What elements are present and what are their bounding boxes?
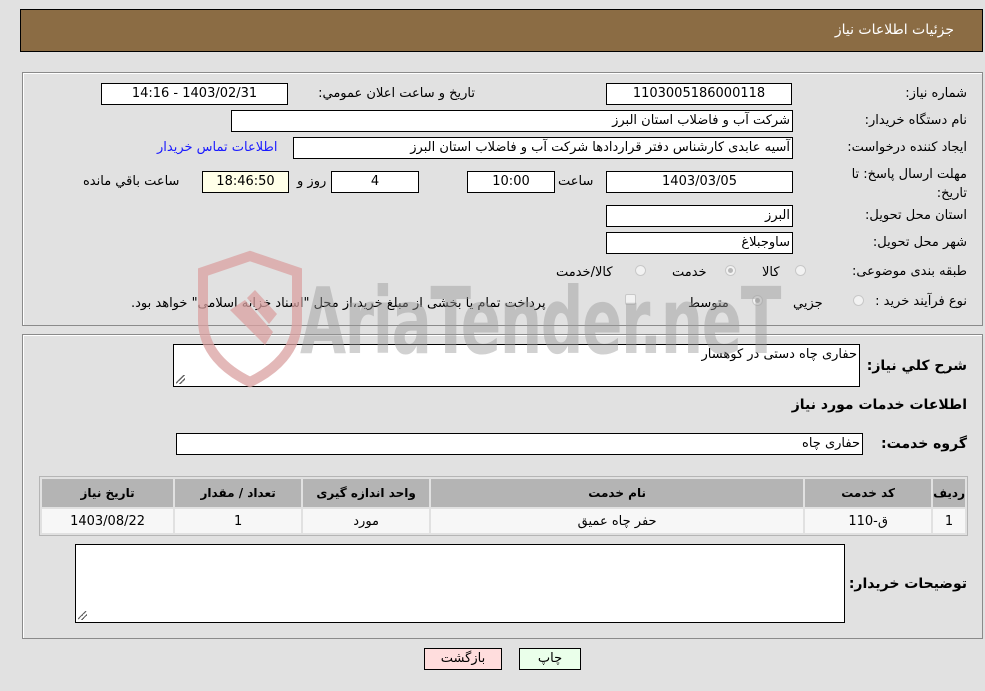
days-field: 4 [331,171,419,193]
category-option-goods-service: کالا/خدمت [556,265,613,280]
cell-service-code: ق-110 [805,509,932,533]
creator-label: ايجاد کننده درخواست: [847,140,967,155]
service-group-field: حفاری چاه [176,433,863,455]
process-option-minor: جزيي [793,296,823,311]
buyer-notes-textarea[interactable] [75,544,845,623]
col-row-number: رديف [933,479,965,507]
services-table: رديف کد خدمت نام خدمت واحد اندازه گيری ت… [39,476,968,536]
treasury-checkbox[interactable] [625,294,636,305]
cell-quantity: 1 [175,509,302,533]
deadline-label: مهلت ارسال پاسخ: تا تاريخ: [851,167,967,201]
province-label: استان محل تحويل: [865,208,967,223]
treasury-note: پرداخت تمام یا بخشی از مبلغ خرید،از محل … [131,296,546,311]
announce-label: تاريخ و ساعت اعلان عمومي: [318,86,475,101]
cell-service-name: حفر چاه عمیق [431,509,804,533]
description-label: شرح کلي نياز: [866,358,967,374]
buyer-org-field: شرکت آب و فاضلاب استان البرز [231,110,793,132]
announce-field: 1403/02/31 - 14:16 [101,83,288,105]
cell-need-date: 1403/08/22 [42,509,174,533]
page-title: جزئیات اطلاعات نیاز [834,22,954,38]
buyer-contact-link[interactable]: اطلاعات تماس خريدار [157,140,277,155]
description-text: حفاری چاه دستی در کوهسار [701,347,857,362]
cell-unit: مورد [303,509,430,533]
print-button[interactable]: چاپ [519,648,581,670]
buyer-org-label: نام دستگاه خريدار: [864,113,967,128]
services-section-title: اطلاعات خدمات مورد نياز [791,397,967,413]
category-radio-goods-service[interactable] [635,265,646,276]
services-table-wrap: رديف کد خدمت نام خدمت واحد اندازه گيری ت… [39,476,968,536]
remaining-label: ساعت باقي مانده [83,174,180,189]
deadline-time-field: 10:00 [467,171,555,193]
col-service-code: کد خدمت [805,479,932,507]
process-label: نوع فرآيند خريد : [875,294,967,309]
buyer-notes-label: توضيحات خريدار: [848,576,967,592]
col-need-date: تاريخ نياز [42,479,174,507]
back-button[interactable]: بازگشت [424,648,502,670]
page-header: جزئیات اطلاعات نیاز [20,9,983,52]
process-option-medium: متوسط [688,296,729,311]
need-number-field: 1103005186000118 [606,83,792,105]
category-radio-goods[interactable] [795,265,806,276]
col-quantity: تعداد / مقدار [175,479,302,507]
resize-grip-icon[interactable] [176,375,185,384]
category-label: طبقه بندی موضوعی: [851,264,967,279]
remaining-time-field: 18:46:50 [202,171,289,193]
category-option-service: خدمت [672,265,707,280]
category-radio-service[interactable] [725,265,736,276]
table-header-row: رديف کد خدمت نام خدمت واحد اندازه گيری ت… [42,479,965,507]
process-radio-medium[interactable] [752,295,763,306]
category-option-goods: کالا [762,265,780,280]
description-textarea[interactable]: حفاری چاه دستی در کوهسار [173,344,860,387]
need-number-label: شماره نیاز: [905,86,967,101]
creator-field: آسیه عابدی کارشناس دفتر قراردادها شرکت آ… [293,137,793,159]
days-label: روز و [297,174,327,189]
city-label: شهر محل تحويل: [872,235,967,250]
province-field: البرز [606,205,793,227]
deadline-time-label: ساعت [558,174,594,189]
table-row: 1 ق-110 حفر چاه عمیق مورد 1 1403/08/22 [42,509,965,533]
city-field: ساوجبلاغ [606,232,793,254]
deadline-date-field: 1403/03/05 [606,171,793,193]
col-unit: واحد اندازه گيری [303,479,430,507]
service-group-label: گروه خدمت: [881,436,967,452]
process-radio-minor[interactable] [853,295,864,306]
resize-grip-icon[interactable] [78,611,87,620]
col-service-name: نام خدمت [431,479,804,507]
cell-row-number: 1 [933,509,965,533]
